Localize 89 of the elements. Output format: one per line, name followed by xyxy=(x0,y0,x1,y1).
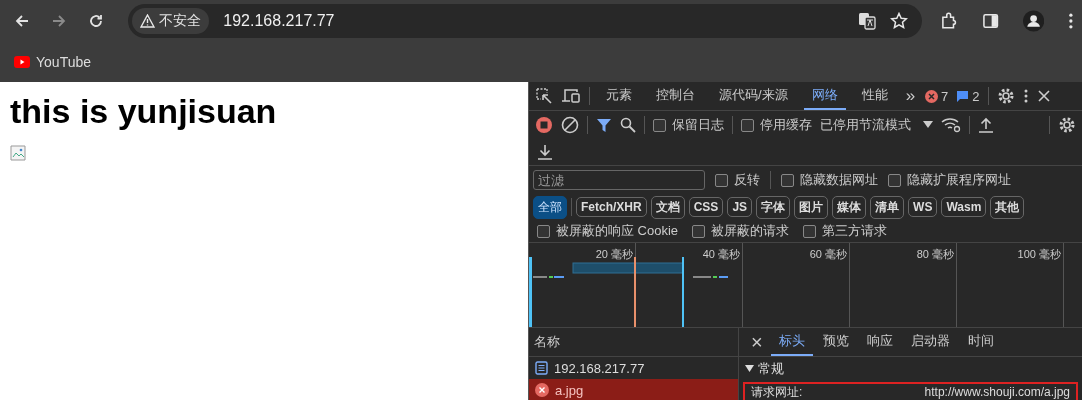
settings-icon[interactable] xyxy=(1058,116,1076,134)
filter-icon[interactable] xyxy=(596,117,612,133)
devtools-tab[interactable]: 性能 xyxy=(853,82,896,110)
reload-icon xyxy=(87,13,104,29)
devtools-tab[interactable]: 网络 xyxy=(803,82,846,110)
preserve-log-checkbox[interactable]: 保留日志 xyxy=(653,116,724,134)
menu-icon[interactable] xyxy=(1068,12,1074,30)
message-count-text: 2 xyxy=(972,88,980,104)
extensions-icon[interactable] xyxy=(940,12,958,30)
side-panel-icon[interactable] xyxy=(981,12,999,30)
field-label: 请求网址: xyxy=(751,386,803,399)
request-row[interactable]: 192.168.217.77 xyxy=(529,357,738,379)
devtools-tab[interactable]: 控制台 xyxy=(648,82,703,110)
profile-avatar-icon[interactable] xyxy=(1023,10,1045,32)
error-count[interactable]: 7 xyxy=(925,88,949,104)
detail-tab[interactable]: 预览 xyxy=(814,328,857,356)
settings-icon[interactable] xyxy=(996,87,1015,105)
type-filter-chip[interactable]: 字体 xyxy=(756,195,791,219)
network-conditions-icon[interactable] xyxy=(941,117,961,133)
request-filter-checkbox[interactable]: 被屏蔽的请求 xyxy=(692,222,790,240)
detail-tab[interactable]: 标头 xyxy=(770,328,813,356)
address-bar[interactable]: 不安全 192.168.217.77 xyxy=(128,4,923,38)
detail-tab[interactable]: 启动器 xyxy=(902,328,958,356)
timeline-tick-label: 100 毫秒 xyxy=(1016,247,1062,262)
more-tabs-button[interactable]: » xyxy=(903,86,918,106)
play-logo-icon xyxy=(14,56,30,68)
error-icon xyxy=(535,383,549,397)
name-column-header: 名称 xyxy=(529,328,738,357)
close-icon[interactable] xyxy=(1036,89,1051,103)
security-label: 不安全 xyxy=(159,12,202,30)
devtools-tab[interactable]: 源代码/来源 xyxy=(711,82,796,110)
close-button[interactable]: × xyxy=(745,332,769,352)
filter-checkbox[interactable]: 反转 xyxy=(715,171,760,189)
request-name: a.jpg xyxy=(555,382,584,398)
request-row[interactable]: a.jpg xyxy=(529,379,738,400)
filter-field[interactable]: 过滤 xyxy=(533,170,705,190)
type-filter-chip[interactable]: CSS xyxy=(688,197,724,217)
timeline-tick-label: 60 毫秒 xyxy=(808,247,848,262)
error-count-text: 7 xyxy=(941,88,949,104)
type-filter-chip[interactable]: 全部 xyxy=(533,195,567,219)
type-filter-chip[interactable]: WS xyxy=(908,197,938,217)
devtools-tab[interactable]: 元素 xyxy=(598,82,640,110)
timeline-tick-label: 20 毫秒 xyxy=(594,247,634,262)
broken-image-icon xyxy=(10,145,26,161)
dropdown-caret-icon[interactable] xyxy=(923,121,933,129)
throttling-dropdown[interactable]: 已停用节流模式 xyxy=(820,116,911,134)
request-name: 192.168.217.77 xyxy=(554,360,645,376)
type-filter-chip[interactable]: 文档 xyxy=(650,195,685,219)
bookmark-link[interactable]: YouTube xyxy=(14,54,91,70)
device-toolbar-icon[interactable] xyxy=(561,87,581,105)
translate-icon[interactable] xyxy=(858,12,877,30)
back-arrow-icon xyxy=(14,13,31,29)
forward-arrow-icon xyxy=(51,13,68,29)
document-icon xyxy=(535,361,548,375)
type-filter-chip[interactable]: 媒体 xyxy=(832,195,867,219)
detail-tab[interactable]: 时间 xyxy=(959,328,1002,356)
security-chip[interactable]: 不安全 xyxy=(132,8,210,34)
timeline-tick-label: 40 毫秒 xyxy=(701,247,741,262)
disable-cache-checkbox[interactable]: 停用缓存 xyxy=(741,116,812,134)
detail-tab[interactable]: 响应 xyxy=(858,328,901,356)
search-icon[interactable] xyxy=(620,117,636,133)
timeline-tick-label: 80 毫秒 xyxy=(915,247,955,262)
warning-icon xyxy=(140,14,156,28)
download-icon[interactable] xyxy=(537,144,553,160)
section-header[interactable]: 常规 xyxy=(739,357,1082,381)
upload-icon[interactable] xyxy=(978,117,994,133)
type-filter-chip[interactable]: JS xyxy=(727,197,753,217)
type-filter-chip[interactable]: Wasm xyxy=(941,197,987,217)
expand-triangle-icon xyxy=(745,365,754,373)
type-filter-chip[interactable]: 清单 xyxy=(870,195,905,219)
filter-checkbox[interactable]: 隐藏扩展程序网址 xyxy=(888,171,1011,189)
page-heading: this is yunjisuan xyxy=(10,92,278,131)
record-icon[interactable] xyxy=(535,116,553,134)
inspect-icon[interactable] xyxy=(535,87,553,105)
filter-checkbox[interactable]: 隐藏数据网址 xyxy=(781,171,878,189)
error-icon xyxy=(925,89,939,103)
request-filter-checkbox[interactable]: 被屏蔽的响应 Cookie xyxy=(537,222,679,240)
type-filter-chip[interactable]: Fetch/XHR xyxy=(576,197,647,217)
type-filter-chip[interactable]: 图片 xyxy=(794,195,829,219)
message-count[interactable]: 2 xyxy=(956,88,980,104)
section-title: 常规 xyxy=(758,360,784,378)
menu-icon[interactable] xyxy=(1022,88,1029,104)
message-icon xyxy=(956,90,970,102)
url-text: 192.168.217.77 xyxy=(223,12,335,30)
clear-icon[interactable] xyxy=(561,116,579,134)
field-value: http://www.shouji.com/a.jpg xyxy=(924,386,1070,399)
type-filter-chip[interactable]: 其他 xyxy=(990,195,1025,219)
bookmark-star-icon[interactable] xyxy=(890,12,909,30)
request-filter-checkbox[interactable]: 第三方请求 xyxy=(803,222,888,240)
